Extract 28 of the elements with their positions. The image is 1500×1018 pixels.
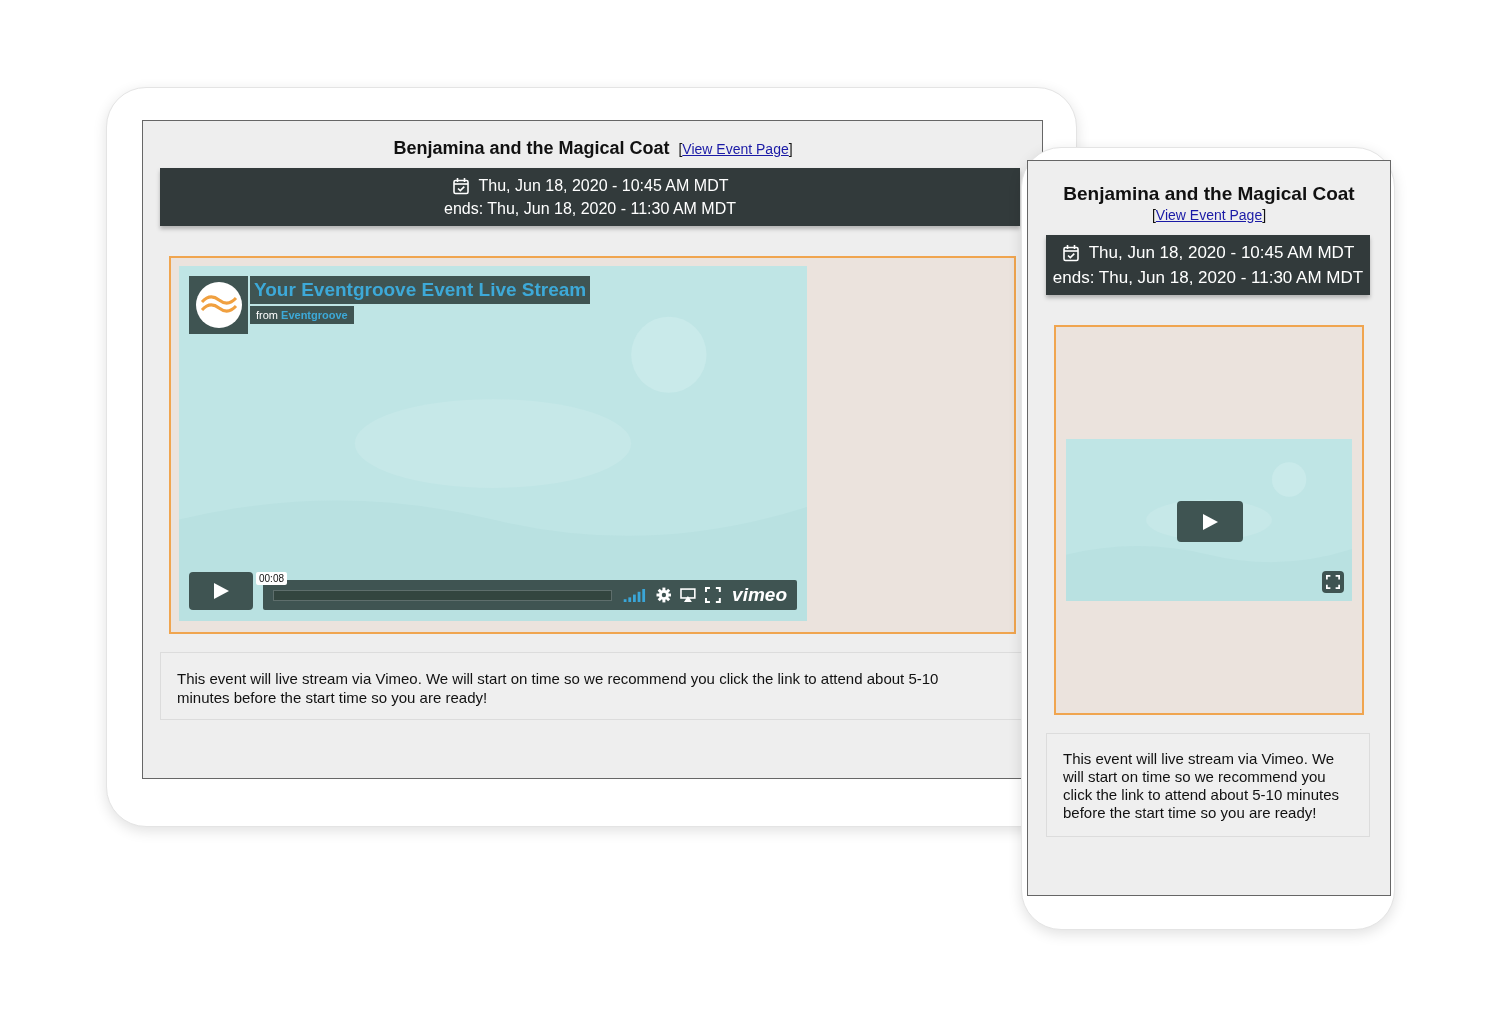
play-button[interactable] (1177, 501, 1243, 542)
vimeo-logo[interactable]: vimeo (732, 584, 787, 606)
end-time: ends: Thu, Jun 18, 2020 - 11:30 AM MDT (444, 199, 736, 218)
calendar-check-icon (1061, 243, 1080, 262)
description-text: This event will live stream via Vimeo. We will start on time so we recommend you click the link to attend about 5-10 minutes before the start time so you are ready! (177, 669, 940, 707)
volume-icon[interactable] (622, 588, 647, 602)
start-time: Thu, Jun 18, 2020 - 10:45 AM MDT (1088, 242, 1355, 263)
settings-icon[interactable] (655, 587, 672, 603)
event-title: Benjamina and the Magical Coat (1063, 183, 1355, 205)
event-page-link-line: [View Event Page] (1151, 207, 1267, 223)
progress-track[interactable] (273, 589, 612, 601)
channel-logo-icon (189, 276, 248, 334)
description-text: This event will live stream via Vimeo. We will start on time so we recommend you click the link to attend about 5-10 minutes before the start time so you are ready! (1063, 750, 1340, 822)
end-time: ends: Thu, Jun 18, 2020 - 11:30 AM MDT (1052, 267, 1364, 288)
airplay-icon[interactable] (680, 587, 697, 603)
time-tooltip: 00:08 (256, 572, 288, 585)
play-icon (211, 581, 231, 601)
calendar-check-icon (451, 176, 470, 195)
event-title: Benjamina and the Magical Coat (393, 138, 670, 159)
video-byline: from Eventgroove (250, 306, 354, 324)
fullscreen-icon (1326, 575, 1340, 589)
fullscreen-icon[interactable] (705, 587, 722, 603)
start-time: Thu, Jun 18, 2020 - 10:45 AM MDT (478, 176, 729, 195)
play-icon (1200, 511, 1220, 532)
event-page-link-line: [View Event Page] (678, 141, 793, 157)
fullscreen-button[interactable] (1322, 571, 1344, 593)
view-event-page-link[interactable]: View Event Page (682, 141, 789, 157)
play-button[interactable] (189, 572, 253, 610)
